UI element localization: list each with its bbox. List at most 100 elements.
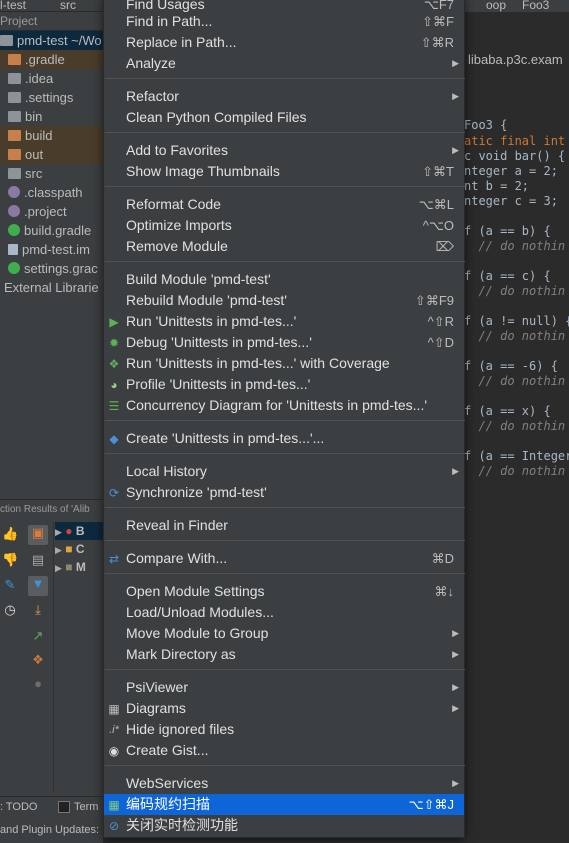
coverage-icon: ❖ [108,357,120,371]
compare-icon: ⇄ [108,552,120,566]
menu-item-webservices[interactable]: WebServices ▶ [104,773,464,794]
tree-item[interactable]: build [0,126,103,145]
terminal-tab[interactable]: Term [74,801,98,813]
menu-separator [105,507,465,508]
menu-item-create-gist[interactable]: ◉ Create Gist... [104,740,464,761]
settings-wrench-icon[interactable]: ❖ [30,652,46,668]
menu-item-mark-directory-as[interactable]: Mark Directory as ▶ [104,644,464,665]
module-folder-icon [0,35,13,46]
menu-item-debug-unittests[interactable]: ✹ Debug 'Unittests in pmd-tes...' ^⇧D [104,332,464,353]
thumbs-up-icon[interactable]: 👍 [2,526,18,542]
menu-item-optimize-imports[interactable]: Optimize Imports ^⌥O [104,215,464,236]
menu-item-run-unittests[interactable]: ▶ Run 'Unittests in pmd-tes...' ^⇧R [104,311,464,332]
ignored-files-icon: .i* [109,724,119,736]
inspection-row[interactable]: ▶ ■ C [55,540,103,558]
menu-item-add-to-favorites[interactable]: Add to Favorites ▶ [104,140,464,161]
breadcrumb-src[interactable]: src [60,0,76,12]
clock-icon[interactable]: ◷ [2,602,18,618]
tree-item[interactable]: .project [0,202,103,221]
tab-oop[interactable]: oop [486,0,506,12]
menu-item-replace-in-path[interactable]: Replace in Path... ⇧⌘R [104,32,464,53]
menu-item-synchronize[interactable]: ⟳ Synchronize 'pmd-test' [104,482,464,503]
tree-item[interactable]: .classpath [0,183,103,202]
todo-tab[interactable]: : TODO [0,801,38,813]
submenu-arrow-icon: ▶ [452,778,459,788]
menu-item-create-unittests[interactable]: ◆ Create 'Unittests in pmd-tes...'... [104,428,464,449]
disable-icon: ⊘ [108,819,120,833]
tree-item[interactable]: src [0,164,103,183]
inspection-toolbar: 👍 ▣ 👎 ▤ ✎ ▼ ◷ ⤓ ↗ ❖ ● [0,522,54,792]
menu-item-rebuild-module[interactable]: Rebuild Module 'pmd-test' ⇧⌘F9 [104,290,464,311]
folder-icon [8,92,21,103]
tool-window-bar: : TODO Term and Plugin Updates: [0,796,103,843]
folder-orange-icon [8,149,21,160]
code-line: Foo3 { [464,118,508,132]
menu-item-show-image-thumbnails[interactable]: Show Image Thumbnails ⇧⌘T [104,161,464,182]
tree-item[interactable]: bin [0,107,103,126]
menu-item-open-module-settings[interactable]: Open Module Settings ⌘↓ [104,581,464,602]
menu-item-build-module[interactable]: Build Module 'pmd-test' [104,269,464,290]
submenu-arrow-icon: ▶ [452,466,459,476]
package-breadcrumb: libaba.p3c.exam [468,52,563,67]
tree-item[interactable]: .idea [0,69,103,88]
folder-icon [8,111,21,122]
inspection-row[interactable]: ▶ ■ M [55,558,103,576]
code-line: c void bar() { [464,149,566,163]
tab-foo3[interactable]: Foo3 [522,0,549,12]
menu-item-code-scan[interactable]: ▦ 编码规约扫描 ⌥⇧⌘J [104,794,464,815]
breadcrumb-project[interactable]: l-test [0,0,26,12]
menu-item-run-with-coverage[interactable]: ❖ Run 'Unittests in pmd-tes...' with Cove… [104,353,464,374]
menu-item-reformat-code[interactable]: Reformat Code ⌥⌘L [104,194,464,215]
lightbulb-icon[interactable]: ● [30,676,46,692]
menu-item-analyze[interactable]: Analyze ▶ [104,53,464,74]
menu-item-compare-with[interactable]: ⇄ Compare With... ⌘D [104,548,464,569]
menu-separator [105,186,465,187]
submenu-arrow-icon: ▶ [452,145,459,155]
code-comment: // do nothin [464,464,566,478]
code-line: nteger c = 3; [464,194,558,208]
menu-item-move-module-to-group[interactable]: Move Module to Group ▶ [104,623,464,644]
tree-item[interactable]: External Librarie [0,278,103,297]
submenu-arrow-icon: ▶ [452,58,459,68]
rerun-icon[interactable]: ↗ [30,628,46,644]
code-comment: // do nothin [464,374,566,388]
profile-icon: ◕ [110,378,118,392]
thumbs-down-icon[interactable]: 👎 [2,552,18,568]
diagram-icon: ▦ [108,702,120,716]
menu-item-diagrams[interactable]: ▦ Diagrams ▶ [104,698,464,719]
tree-item[interactable]: build.gradle [0,221,103,240]
menu-item-find-in-path[interactable]: Find in Path... ⇧⌘F [104,11,464,32]
tree-root-pmd-test[interactable]: pmd-test ~/Wo [0,31,103,50]
menu-item-clean-python-compiled-files[interactable]: Clean Python Compiled Files [104,107,464,128]
code-line: f (a == Integer [464,449,569,463]
menu-separator [105,540,465,541]
module-icon[interactable]: ▤ [30,552,46,568]
group-by-icon[interactable]: ▣ [28,525,48,545]
menu-item-local-history[interactable]: Local History ▶ [104,461,464,482]
tree-item[interactable]: .settings [0,88,103,107]
export-icon[interactable]: ⤓ [30,602,46,618]
code-editor[interactable]: libaba.p3c.exam Foo3 { atic final int c … [464,12,569,843]
concurrency-icon: ☰ [108,399,120,413]
file-icon [8,244,18,255]
menu-item-remove-module[interactable]: Remove Module ⌦ [104,236,464,257]
tree-item[interactable]: pmd-test.im [0,240,103,259]
menu-item-disable-realtime-detection[interactable]: ⊘ 关闭实时检测功能 [104,815,464,836]
menu-item-profile-unittests[interactable]: ◕ Profile 'Unittests in pmd-tes...' [104,374,464,395]
code-line: f (a == c) { [464,269,551,283]
menu-item-psiviewer[interactable]: PsiViewer ▶ [104,677,464,698]
menu-separator [105,669,465,670]
tree-item[interactable]: .gradle [0,50,103,69]
menu-item-refactor[interactable]: Refactor ▶ [104,86,464,107]
inspection-row[interactable]: ▶ ● B [55,522,103,540]
tree-item[interactable]: settings.grac [0,259,103,278]
code-line: nteger a = 2; [464,164,558,178]
menu-item-load-unload-modules[interactable]: Load/Unload Modules... [104,602,464,623]
tree-item[interactable]: out [0,145,103,164]
menu-item-hide-ignored-files[interactable]: .i* Hide ignored files [104,719,464,740]
menu-item-reveal-in-finder[interactable]: Reveal in Finder [104,515,464,536]
menu-item-concurrency-diagram[interactable]: ☰ Concurrency Diagram for 'Unittests in p… [104,395,464,416]
edit-icon[interactable]: ✎ [2,577,18,593]
filter-icon[interactable]: ▼ [28,576,48,596]
file-icon [8,205,20,217]
